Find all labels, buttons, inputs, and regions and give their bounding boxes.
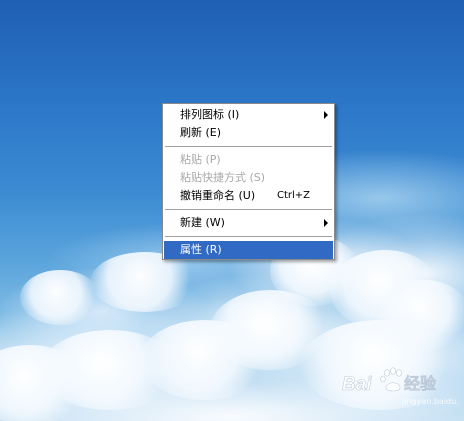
cloud [90,252,200,312]
baidu-logo-icon: Bai 经验 jingyan.baidu.com [342,367,464,406]
cloud [0,345,90,421]
cloud [140,320,270,400]
desktop-context-menu: 排列图标 (I) 刷新 (E) 粘贴 (P) 粘贴快捷方式 (S) 撤销重命名 … [162,103,335,260]
submenu-arrow-icon [324,111,328,119]
cloud [210,290,330,370]
baidu-jingyan-watermark: Bai 经验 jingyan.baidu.com [340,364,464,412]
menu-item-label: 粘贴快捷方式 (S) [180,171,266,184]
menu-item-label: 刷新 (E) [180,126,222,139]
svg-text:Bai: Bai [342,374,372,395]
menu-item-properties[interactable]: 属性 (R) [164,241,333,259]
submenu-arrow-icon [324,219,328,227]
menu-item-label: 粘贴 (P) [180,153,221,166]
menu-item-undo-rename[interactable]: 撤销重命名 (U) Ctrl+Z [163,187,334,205]
menu-item-paste: 粘贴 (P) [163,151,334,169]
menu-separator [165,146,332,147]
cloud [330,250,440,330]
svg-text:经验: 经验 [404,374,437,393]
menu-separator [165,209,332,210]
menu-item-label: 属性 (R) [180,243,222,256]
menu-item-label: 排列图标 (I) [180,108,240,121]
cloud [20,270,100,325]
menu-item-label: 撤销重命名 (U) [180,189,256,202]
menu-item-shortcut: Ctrl+Z [277,190,311,201]
desktop-background[interactable]: 排列图标 (I) 刷新 (E) 粘贴 (P) 粘贴快捷方式 (S) 撤销重命名 … [0,0,464,421]
menu-separator [165,236,332,237]
menu-item-label: 新建 (W) [180,216,225,229]
menu-item-refresh[interactable]: 刷新 (E) [163,124,334,142]
cloud [40,330,180,410]
menu-item-arrange-icons[interactable]: 排列图标 (I) [163,106,334,124]
menu-item-paste-shortcut: 粘贴快捷方式 (S) [163,169,334,187]
menu-item-new[interactable]: 新建 (W) [163,214,334,232]
cloud [380,280,464,350]
svg-text:jingyan.baidu.com: jingyan.baidu.com [401,397,458,406]
